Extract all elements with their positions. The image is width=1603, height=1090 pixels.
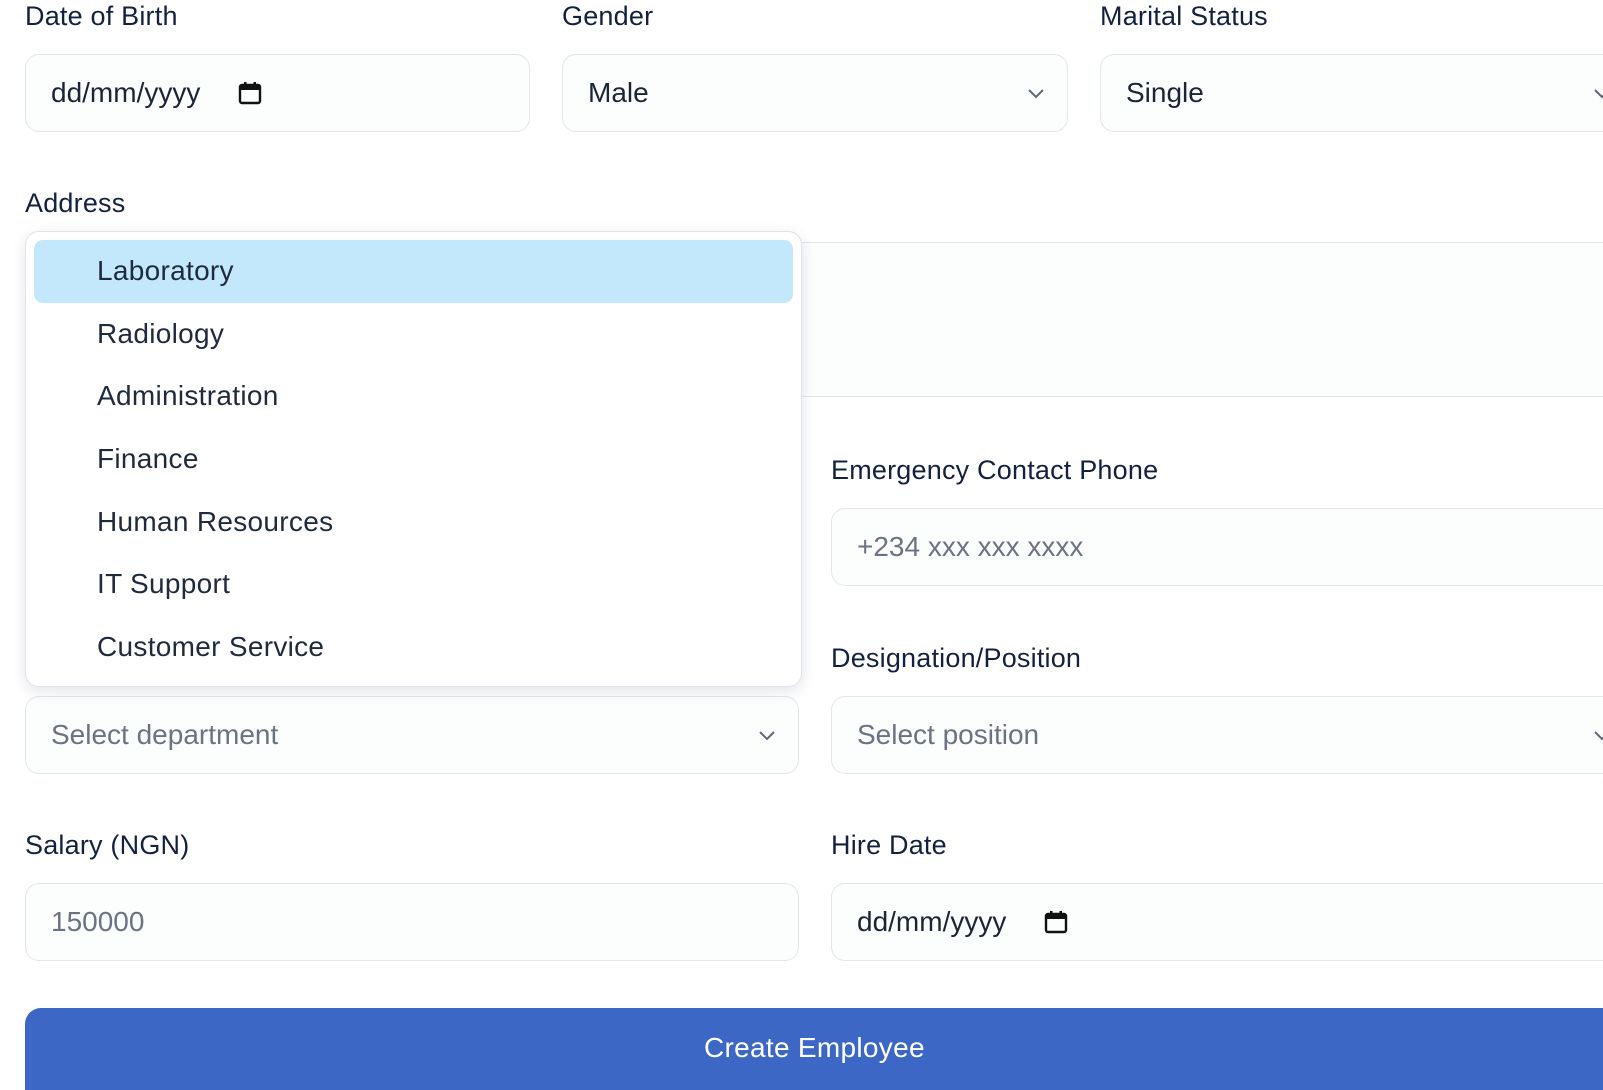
emergency-contact-phone-input[interactable]: +234 xxx xxx xxxx <box>831 508 1603 586</box>
marital-status-label: Marital Status <box>1100 1 1268 31</box>
department-dropdown-list: Laboratory Radiology Administration Fina… <box>25 231 802 687</box>
hire-date-value: dd/mm/yyyy <box>857 906 1007 937</box>
salary-placeholder: 150000 <box>51 906 145 937</box>
marital-status-value: Single <box>1126 77 1204 108</box>
salary-label: Salary (NGN) <box>25 830 190 860</box>
salary-input[interactable]: 150000 <box>25 883 799 961</box>
designation-label: Designation/Position <box>831 643 1082 673</box>
gender-value: Male <box>588 77 649 108</box>
designation-placeholder: Select position <box>857 719 1040 750</box>
marital-status-select[interactable]: Single <box>1100 54 1603 132</box>
chevron-down-icon <box>759 731 775 741</box>
calendar-icon[interactable] <box>1044 910 1068 934</box>
dob-label: Date of Birth <box>25 1 178 31</box>
dropdown-option-administration[interactable]: Administration <box>34 365 793 428</box>
dropdown-option-human-resources[interactable]: Human Resources <box>34 490 793 553</box>
emergency-contact-phone-label: Emergency Contact Phone <box>831 455 1159 485</box>
chevron-down-icon <box>1594 731 1603 741</box>
dropdown-option-it-support[interactable]: IT Support <box>34 553 793 616</box>
designation-select[interactable]: Select position <box>831 696 1603 774</box>
hire-date-input[interactable]: dd/mm/yyyy <box>831 883 1603 961</box>
hire-date-label: Hire Date <box>831 830 947 860</box>
employee-form: Date of Birth Gender Marital Status dd/m… <box>0 0 1603 1090</box>
create-employee-button[interactable]: Create Employee <box>25 1008 1603 1090</box>
dropdown-option-laboratory[interactable]: Laboratory <box>34 240 793 303</box>
dob-value: dd/mm/yyyy <box>51 77 201 108</box>
dropdown-option-customer-service[interactable]: Customer Service <box>34 616 793 679</box>
gender-select[interactable]: Male <box>562 54 1068 132</box>
department-placeholder: Select department <box>51 719 279 750</box>
chevron-down-icon <box>1594 89 1603 99</box>
department-select[interactable]: Select department <box>25 696 799 774</box>
calendar-icon[interactable] <box>238 81 262 105</box>
gender-label: Gender <box>562 1 654 31</box>
dob-input[interactable]: dd/mm/yyyy <box>25 54 530 132</box>
address-label: Address <box>25 188 126 218</box>
emergency-contact-phone-placeholder: +234 xxx xxx xxxx <box>857 531 1084 562</box>
dropdown-option-radiology[interactable]: Radiology <box>34 303 793 366</box>
dropdown-option-finance[interactable]: Finance <box>34 428 793 491</box>
chevron-down-icon <box>1028 89 1044 99</box>
